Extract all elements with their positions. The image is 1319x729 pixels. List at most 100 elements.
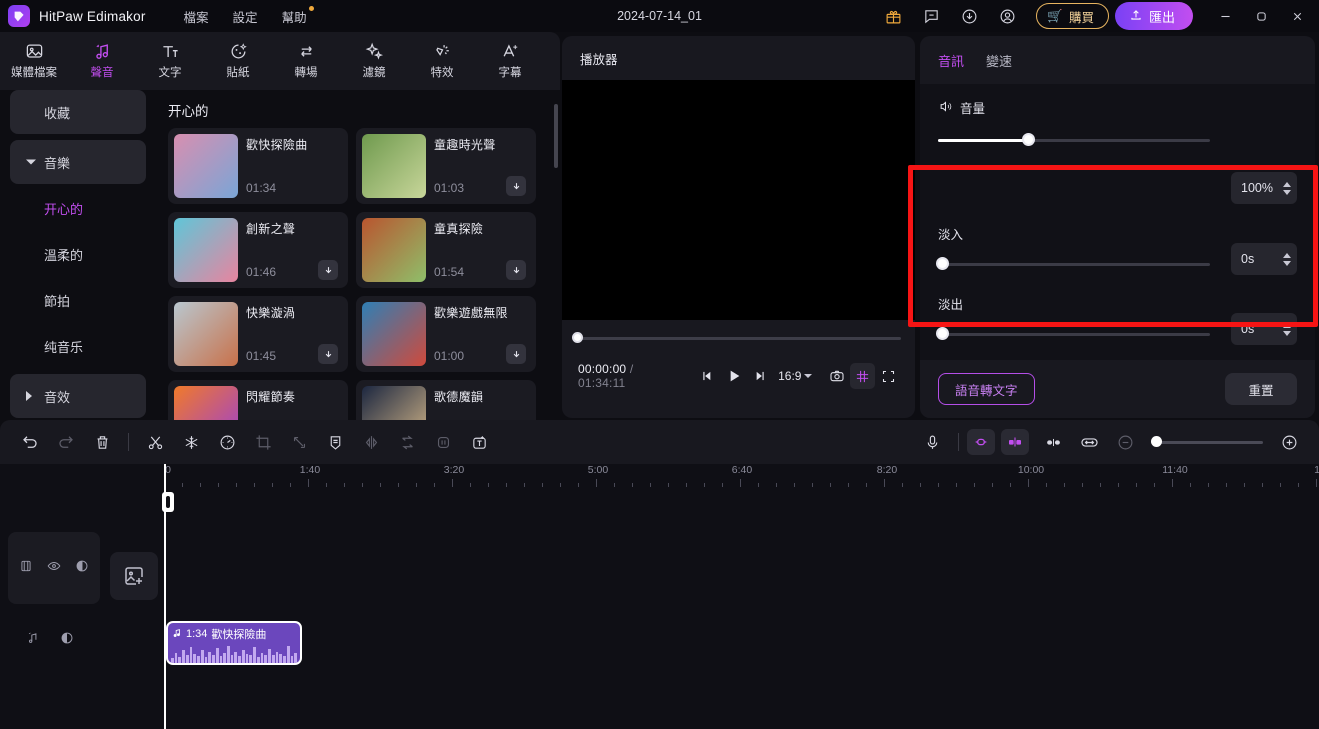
volume-slider[interactable] [938, 133, 1210, 147]
download-icon[interactable] [506, 344, 526, 364]
tab-sticker[interactable]: 貼紙 [204, 32, 272, 90]
sidebar-item-sfx[interactable]: 音效 [10, 374, 146, 418]
list-item[interactable]: 閃耀節奏 [168, 380, 348, 420]
sidebar-item-gentle[interactable]: 溫柔的 [10, 232, 146, 276]
stepper-down-icon[interactable] [1283, 189, 1291, 195]
buy-button[interactable]: 🛒 購買 [1036, 3, 1109, 29]
timeline[interactable]: 0 1:40 3:20 5:00 6:40 8:20 10:00 11:40 1 [0, 464, 1319, 729]
auto-cut-icon[interactable] [1001, 429, 1029, 455]
account-icon[interactable] [988, 0, 1026, 32]
speed-icon[interactable] [209, 426, 245, 458]
close-icon[interactable] [1279, 0, 1315, 32]
volume-slider-handle[interactable] [1022, 133, 1035, 146]
progress-handle[interactable] [572, 332, 583, 343]
menu-item-settings[interactable]: 設定 [233, 7, 258, 26]
fade-out-slider[interactable] [936, 327, 1210, 341]
minimize-icon[interactable] [1207, 0, 1243, 32]
microphone-icon[interactable] [914, 426, 950, 458]
prev-frame-icon[interactable] [696, 363, 722, 389]
tab-audio[interactable]: 聲音 [68, 32, 136, 90]
stepper-up-icon[interactable] [1283, 252, 1291, 258]
delete-icon[interactable] [84, 426, 120, 458]
snapshot-icon[interactable] [824, 363, 850, 389]
tab-text[interactable]: 文字 [136, 32, 204, 90]
menu-item-help[interactable]: 幫助 [282, 5, 314, 26]
maximize-icon[interactable] [1243, 0, 1279, 32]
sidebar-item-music[interactable]: 音樂 [10, 140, 146, 184]
sidebar-item-beat[interactable]: 節拍 [10, 278, 146, 322]
export-button[interactable]: 匯出 [1114, 2, 1193, 30]
tab-media[interactable]: 媒體檔案 [0, 32, 68, 90]
volume-stepper[interactable]: 100% [1231, 172, 1297, 204]
stepper-up-icon[interactable] [1283, 181, 1291, 187]
sidebar-item-instrumental[interactable]: 纯音乐 [10, 324, 146, 368]
play-icon[interactable] [721, 363, 747, 389]
zoom-slider-handle[interactable] [1151, 436, 1162, 447]
undo-icon[interactable] [12, 426, 48, 458]
aspect-ratio-selector[interactable]: 16:9 [778, 369, 813, 383]
fade-in-slider-handle[interactable] [936, 257, 949, 270]
list-item[interactable]: 歡快探險曲 01:34 [168, 128, 348, 204]
fullscreen-icon[interactable] [875, 363, 901, 389]
add-text-icon[interactable] [461, 426, 497, 458]
timeline-zoom-slider[interactable] [1151, 436, 1263, 448]
fade-out-slider-handle[interactable] [936, 327, 949, 340]
playback-progress-bar[interactable] [570, 332, 907, 344]
list-item[interactable]: 童真探險 01:54 [356, 212, 536, 288]
adjust-clip-icon[interactable] [1035, 426, 1071, 458]
download-icon[interactable] [318, 344, 338, 364]
reset-button[interactable]: 重置 [1225, 373, 1297, 405]
fade-in-slider[interactable] [936, 257, 1210, 271]
list-item[interactable]: 童趣時光聲 01:03 [356, 128, 536, 204]
timeline-ruler[interactable]: 0 1:40 3:20 5:00 6:40 8:20 10:00 11:40 1 [164, 464, 1319, 490]
feedback-icon[interactable] [912, 0, 950, 32]
split-icon[interactable] [137, 426, 173, 458]
download-icon[interactable] [318, 260, 338, 280]
audio-mute-icon[interactable] [60, 631, 74, 650]
download-icon[interactable] [506, 260, 526, 280]
tab-filter[interactable]: 濾鏡 [340, 32, 408, 90]
library-scrollbar[interactable] [554, 104, 558, 168]
stepper-down-icon[interactable] [1283, 260, 1291, 266]
mirror-icon[interactable] [353, 426, 389, 458]
sidebar-item-happy[interactable]: 开心的 [10, 186, 146, 230]
fade-out-stepper[interactable]: 0s [1231, 313, 1297, 345]
video-stage[interactable] [562, 80, 915, 320]
add-media-icon[interactable] [110, 552, 158, 600]
tab-transition[interactable]: 轉場 [272, 32, 340, 90]
download-icon[interactable] [506, 176, 526, 196]
list-item[interactable]: 歡樂遊戲無限 01:00 [356, 296, 536, 372]
audio-track-icon[interactable] [26, 631, 40, 650]
sidebar-item-favorites[interactable]: 收藏 [10, 90, 146, 134]
gift-icon[interactable] [874, 0, 912, 32]
list-item[interactable]: 快樂漩渦 01:45 [168, 296, 348, 372]
fade-in-stepper[interactable]: 0s [1231, 243, 1297, 275]
download-icon[interactable] [950, 0, 988, 32]
grid-icon[interactable] [849, 363, 876, 389]
keyframe-icon[interactable] [425, 426, 461, 458]
speech-to-text-button[interactable]: 語音轉文字 [938, 373, 1035, 405]
tab-speed-properties[interactable]: 變速 [986, 51, 1012, 70]
audio-clip[interactable]: 1:34 歡快探險曲 [166, 621, 302, 665]
freeze-icon[interactable] [173, 426, 209, 458]
crop-icon[interactable] [245, 426, 281, 458]
stepper-up-icon[interactable] [1283, 322, 1291, 328]
tab-caption[interactable]: 字幕 [476, 32, 544, 90]
tab-effects[interactable]: 特效 [408, 32, 476, 90]
list-item[interactable]: 創新之聲 01:46 [168, 212, 348, 288]
stepper-down-icon[interactable] [1283, 330, 1291, 336]
redo-icon[interactable] [48, 426, 84, 458]
rotate-icon[interactable] [389, 426, 425, 458]
next-frame-icon[interactable] [747, 363, 773, 389]
tab-audio-properties[interactable]: 音訊 [938, 51, 964, 70]
fit-timeline-icon[interactable] [1071, 426, 1107, 458]
video-track-header[interactable] [8, 532, 100, 604]
export-frame-icon[interactable] [281, 426, 317, 458]
zoom-in-icon[interactable] [1271, 426, 1307, 458]
marker-icon[interactable] [317, 426, 353, 458]
audio-track-header[interactable] [8, 620, 100, 660]
menu-item-file[interactable]: 檔案 [184, 7, 209, 26]
playhead-handle[interactable] [162, 492, 174, 512]
zoom-out-icon[interactable] [1107, 426, 1143, 458]
list-item[interactable]: 歌德魔韻 [356, 380, 536, 420]
